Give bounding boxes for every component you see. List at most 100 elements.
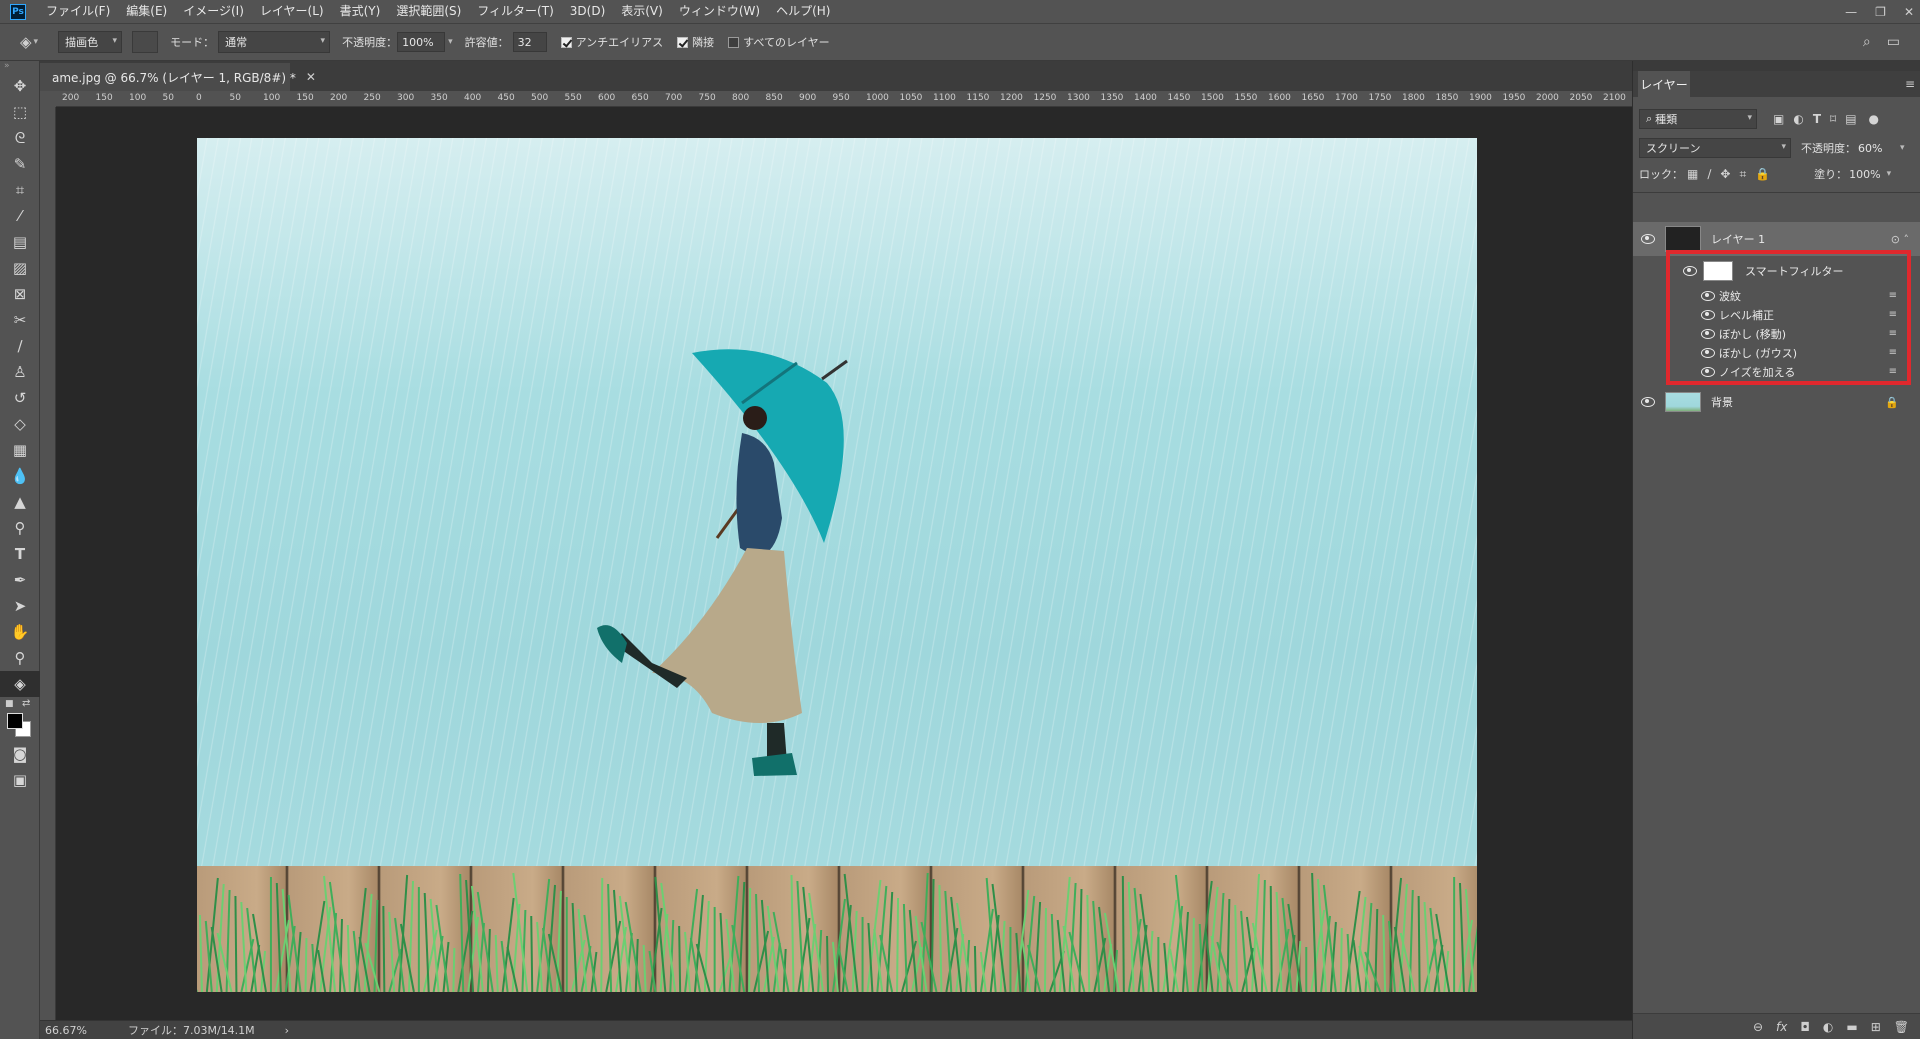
sharpen-icon[interactable]: ▲ — [0, 489, 40, 515]
brush-icon[interactable]: ∕ — [0, 333, 40, 359]
clone-stamp-icon[interactable]: ♙ — [0, 359, 40, 385]
ruler-icon[interactable]: ▤ — [0, 229, 40, 255]
opacity-input[interactable]: 60% — [1856, 138, 1900, 158]
opacity-chevron-icon[interactable]: ▾ — [448, 37, 453, 47]
paint-bucket-icon[interactable]: ◈ — [20, 33, 32, 51]
pattern-picker[interactable] — [132, 31, 159, 53]
smart-filter-item[interactable]: レベル補正 ≡ — [1633, 305, 1920, 324]
layer-row-layer1[interactable]: レイヤー 1 ⊙ ˄ — [1633, 222, 1920, 256]
smart-filter-item[interactable]: ぼかし (ガウス) ≡ — [1633, 343, 1920, 362]
foreground-color-swatch[interactable] — [7, 713, 23, 729]
screen-mode-icon[interactable]: ▣ — [0, 767, 40, 793]
menu-view[interactable]: 表示(V) — [613, 0, 671, 23]
contiguous-checkbox[interactable] — [677, 36, 689, 48]
toolbar-collapse-icon[interactable]: » — [0, 61, 39, 73]
pen-icon[interactable]: ✒ — [0, 567, 40, 593]
layer-row-background[interactable]: 背景 🔒 — [1633, 385, 1920, 419]
delete-layer-icon[interactable]: 🗑 — [1894, 1020, 1909, 1034]
blending-options-icon[interactable]: ≡ — [1889, 309, 1897, 320]
smart-filter-item[interactable]: 波紋 ≡ — [1633, 286, 1920, 305]
smart-filter-item[interactable]: ぼかし (移動) ≡ — [1633, 324, 1920, 343]
menu-file[interactable]: ファイル(F) — [38, 0, 118, 23]
all-layers-checkbox[interactable] — [728, 36, 740, 48]
search-icon[interactable]: ⌕ — [1863, 34, 1871, 50]
opacity-chevron-icon[interactable]: ▾ — [1900, 143, 1905, 153]
menu-type[interactable]: 書式(Y) — [332, 0, 389, 23]
document-tab[interactable]: ame.jpg @ 66.7% (レイヤー 1, RGB/8#) * ✕ — [40, 63, 316, 91]
tolerance-input[interactable]: 32 — [512, 32, 547, 52]
blending-options-icon[interactable]: ≡ — [1889, 347, 1897, 358]
filter-mask-thumbnail[interactable] — [1703, 261, 1733, 281]
lock-transparent-icon[interactable]: ▦ — [1687, 167, 1698, 181]
status-menu-arrow-icon[interactable]: › — [285, 1024, 289, 1037]
blending-options-icon[interactable]: ≡ — [1889, 290, 1897, 301]
menu-window[interactable]: ウィンドウ(W) — [671, 0, 768, 23]
filter-shape-icon[interactable]: ⌑ — [1830, 112, 1836, 126]
visibility-eye-icon[interactable] — [1701, 366, 1715, 377]
menu-filter[interactable]: フィルター(T) — [469, 0, 561, 23]
eraser-icon[interactable]: ◇ — [0, 411, 40, 437]
fill-value[interactable]: 100% — [1849, 168, 1880, 181]
workspace-icon[interactable]: ▭ — [1887, 34, 1900, 50]
fill-chevron-icon[interactable]: ▾ — [1887, 169, 1892, 179]
minimize-icon[interactable]: — — [1845, 5, 1857, 19]
swap-colors-icon[interactable]: ⇄ — [22, 698, 30, 709]
lock-pixels-icon[interactable]: ∕ — [1707, 167, 1711, 181]
type-icon[interactable]: T — [0, 541, 40, 567]
fill-source-select[interactable]: 描画色 ▾ — [58, 31, 123, 53]
mode-select[interactable]: 通常 ▾ — [218, 31, 331, 53]
lock-icon[interactable]: 🔒 — [1885, 396, 1899, 409]
path-select-icon[interactable]: ➤ — [0, 593, 40, 619]
opacity-input[interactable]: 100% — [397, 32, 446, 52]
blend-mode-select[interactable]: スクリーン ▾ — [1639, 138, 1791, 158]
lock-position-icon[interactable]: ✥ — [1720, 167, 1730, 181]
history-brush-icon[interactable]: ↺ — [0, 385, 40, 411]
quick-select-icon[interactable]: ✎ — [0, 151, 40, 177]
visibility-eye-icon[interactable] — [1641, 397, 1655, 407]
menu-select[interactable]: 選択範囲(S) — [388, 0, 469, 23]
move-icon[interactable]: ✥ — [0, 73, 40, 99]
vertical-ruler[interactable] — [40, 107, 56, 1020]
restore-icon[interactable]: ❐ — [1875, 5, 1886, 19]
zoom-icon[interactable]: ⚲ — [0, 645, 40, 671]
lock-artboard-icon[interactable]: ⌗ — [1739, 167, 1746, 182]
gradient-icon[interactable]: ▦ — [0, 437, 40, 463]
blur-icon[interactable]: 💧 — [0, 463, 40, 489]
visibility-eye-icon[interactable] — [1701, 328, 1715, 339]
panel-menu-icon[interactable]: ≡ — [1905, 77, 1915, 91]
new-group-icon[interactable]: ▬ — [1846, 1020, 1857, 1034]
filter-adjustment-icon[interactable]: ◐ — [1793, 112, 1803, 126]
dodge-icon[interactable]: ⚲ — [0, 515, 40, 541]
paint-bucket-icon[interactable]: ◈ — [0, 671, 40, 697]
adjustment-layer-icon[interactable]: ◐ — [1823, 1020, 1833, 1034]
frame-icon[interactable]: ⊠ — [0, 281, 40, 307]
close-icon[interactable]: ✕ — [306, 70, 316, 84]
tool-preset-chevron-icon[interactable]: ▾ — [34, 37, 39, 47]
ruler-origin[interactable] — [40, 91, 56, 107]
lock-all-icon[interactable]: 🔒 — [1755, 167, 1770, 181]
content-aware-move-icon[interactable]: ✂ — [0, 307, 40, 333]
close-icon[interactable]: ✕ — [1904, 5, 1914, 19]
visibility-eye-icon[interactable] — [1641, 234, 1655, 244]
antialias-checkbox[interactable] — [560, 36, 572, 48]
visibility-eye-icon[interactable] — [1701, 347, 1715, 358]
add-mask-icon[interactable]: ◘ — [1800, 1020, 1810, 1034]
marquee-icon[interactable]: ⬚ — [0, 99, 40, 125]
filter-type-icon[interactable]: T — [1813, 112, 1821, 126]
document-image[interactable] — [197, 138, 1477, 992]
menu-3d[interactable]: 3D(D) — [562, 0, 613, 23]
horizontal-ruler[interactable]: 200 150 100 50 0 50 100 150 200 250 300 350 400 450 50… — [56, 91, 1632, 107]
new-layer-icon[interactable]: ⊞ — [1871, 1020, 1881, 1034]
menu-help[interactable]: ヘルプ(H) — [768, 0, 838, 23]
visibility-eye-icon[interactable] — [1683, 266, 1697, 276]
quick-mask-icon[interactable]: ◙ — [0, 741, 40, 767]
blending-options-icon[interactable]: ≡ — [1889, 366, 1897, 377]
canvas-area[interactable] — [56, 107, 1632, 1020]
lasso-icon[interactable]: ᘓ — [0, 125, 40, 151]
menu-edit[interactable]: 編集(E) — [118, 0, 175, 23]
visibility-eye-icon[interactable] — [1701, 309, 1715, 320]
fx-icon[interactable]: fx — [1776, 1020, 1787, 1034]
blending-options-icon[interactable]: ≡ — [1889, 328, 1897, 339]
zoom-level[interactable]: 66.67% — [40, 1024, 98, 1037]
hand-icon[interactable]: ✋ — [0, 619, 40, 645]
